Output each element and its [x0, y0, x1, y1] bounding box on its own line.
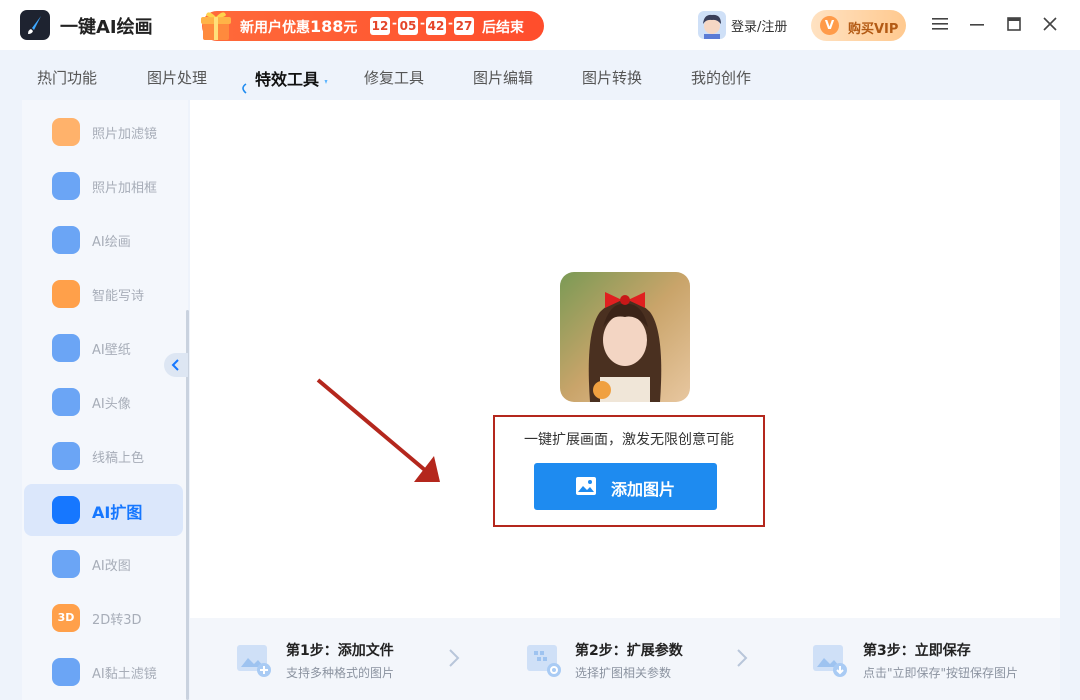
sidebar-item-clay-filter[interactable]: AI黏土滤镜 — [24, 646, 183, 698]
step-3-desc: 点击"立即保存"按钮保存图片 — [863, 666, 1019, 680]
tab-hot-features[interactable]: 热门功能 — [37, 67, 97, 88]
vip-label: 购买VIP — [848, 22, 899, 37]
callout-highlight-box: 一键扩展画面，激发无限创意可能 添加图片 — [493, 415, 765, 527]
sidebar-item-label: AI绘画 — [92, 235, 131, 250]
tab-image-processing[interactable]: 图片处理 — [147, 67, 207, 88]
step-2-title: 第2步：扩展参数 — [575, 643, 683, 659]
menu-icon[interactable] — [930, 14, 950, 34]
sidebar-item-label: 2D转3D — [92, 613, 142, 628]
step-2-desc: 选择扩图相关参数 — [575, 666, 672, 680]
promo-end-text: 后结束 — [482, 20, 524, 36]
timer-hours: 12 — [370, 17, 390, 35]
tab-my-creations[interactable]: 我的创作 — [691, 67, 751, 88]
promo-text: 新用户优惠188元 — [240, 17, 358, 36]
sidebar-item-label: 线稿上色 — [92, 451, 145, 466]
gift-icon — [201, 12, 231, 40]
add-file-icon — [237, 645, 271, 677]
step-1-desc: 支持多种格式的图片 — [286, 666, 395, 680]
sidebar-item-label: 智能写诗 — [92, 289, 145, 304]
timer-centiseconds: 27 — [454, 17, 474, 35]
timer-seconds: 42 — [426, 17, 446, 35]
robot-icon — [52, 226, 80, 254]
login-link[interactable]: 登录/注册 — [731, 16, 787, 35]
close-icon[interactable] — [1040, 14, 1060, 34]
chevron-left-icon — [171, 359, 179, 371]
timer-separator: - — [420, 16, 425, 30]
maximize-icon[interactable] — [1004, 14, 1024, 34]
arrow-annotation-icon — [316, 378, 440, 482]
filter-icon — [52, 118, 80, 146]
steps-bar: 第1步：添加文件 支持多种格式的图片 第2步：扩展参数 选择扩图相关参数 第3步… — [190, 618, 1060, 700]
collapse-sidebar-button[interactable] — [164, 353, 188, 377]
avatar[interactable] — [698, 11, 726, 39]
timer-minutes: 05 — [398, 17, 418, 35]
expand-params-icon — [527, 645, 561, 677]
3d-icon: 3D — [52, 604, 80, 632]
image-icon — [576, 477, 596, 495]
sidebar-item-ai-portrait[interactable]: AI头像 — [24, 376, 183, 428]
chevron-right-icon — [448, 648, 460, 674]
add-image-button[interactable]: 添加图片 — [534, 463, 717, 510]
sidebar-item-ai-wallpaper[interactable]: AI壁纸 — [24, 322, 183, 374]
sidebar-item-smart-poem[interactable]: 智能写诗 — [24, 268, 183, 320]
tab-image-edit[interactable]: 图片编辑 — [473, 67, 533, 88]
sidebar-item-label: AI改图 — [92, 559, 131, 574]
poem-icon — [52, 280, 80, 308]
sidebar-item-label: AI扩图 — [92, 503, 143, 522]
frame-icon — [52, 172, 80, 200]
sidebar-item-label: AI黏土滤镜 — [92, 667, 157, 682]
app-title: 一键AI绘画 — [60, 17, 153, 38]
sidebar-item-label: 照片加相框 — [92, 181, 158, 196]
minimize-icon[interactable] — [967, 14, 987, 34]
step-3-title: 第3步：立即保存 — [863, 643, 971, 659]
clay-icon — [52, 658, 80, 686]
title-bar: 一键AI绘画 新用户优惠188元 12 - 05 - 42 - 27 后结束 登… — [0, 0, 1080, 50]
sidebar-item-ai-painting[interactable]: AI绘画 — [24, 214, 183, 266]
tab-repair-tools[interactable]: 修复工具 — [364, 67, 424, 88]
vip-icon: V — [820, 16, 839, 35]
slogan-text: 一键扩展画面，激发无限创意可能 — [524, 432, 734, 448]
wallpaper-icon — [52, 334, 80, 362]
promo-banner[interactable]: 新用户优惠188元 12 - 05 - 42 - 27 后结束 — [201, 11, 544, 41]
sidebar-item-label: 照片加滤镜 — [92, 127, 158, 142]
sidebar-item-photo-filter[interactable]: 照片加滤镜 — [24, 106, 183, 158]
sidebar: 照片加滤镜 照片加相框 AI绘画 智能写诗 AI壁纸 AI头像 线稿上色 AI扩… — [22, 100, 188, 700]
sidebar-item-ai-modify[interactable]: AI改图 — [24, 538, 183, 590]
tab-image-convert[interactable]: 图片转换 — [582, 67, 642, 88]
sample-image — [560, 272, 690, 402]
main-tabs: 热门功能 图片处理 特效工具 修复工具 图片编辑 图片转换 我的创作 — [0, 50, 1080, 117]
tab-active-sparkle-icon — [242, 80, 328, 94]
promo-amount: 188 — [310, 17, 344, 36]
portrait-icon — [52, 388, 80, 416]
sidebar-item-ai-expand[interactable]: AI扩图 — [24, 484, 183, 536]
expand-icon — [52, 496, 80, 524]
timer-separator: - — [448, 16, 453, 30]
chevron-right-icon — [736, 648, 748, 674]
app-logo-icon — [20, 10, 50, 40]
sidebar-item-photo-frame[interactable]: 照片加相框 — [24, 160, 183, 212]
sidebar-item-colorize[interactable]: 线稿上色 — [24, 430, 183, 482]
sidebar-item-label: AI壁纸 — [92, 343, 131, 358]
modify-icon — [52, 550, 80, 578]
save-icon — [813, 645, 847, 677]
timer-separator: - — [392, 16, 397, 30]
step-1-title: 第1步：添加文件 — [286, 643, 394, 659]
sidebar-item-2d-to-3d[interactable]: 3D 2D转3D — [24, 592, 183, 644]
buy-vip-button[interactable]: V 购买VIP — [811, 10, 906, 41]
add-image-label: 添加图片 — [611, 480, 676, 499]
sidebar-item-label: AI头像 — [92, 397, 131, 412]
colorize-icon — [52, 442, 80, 470]
